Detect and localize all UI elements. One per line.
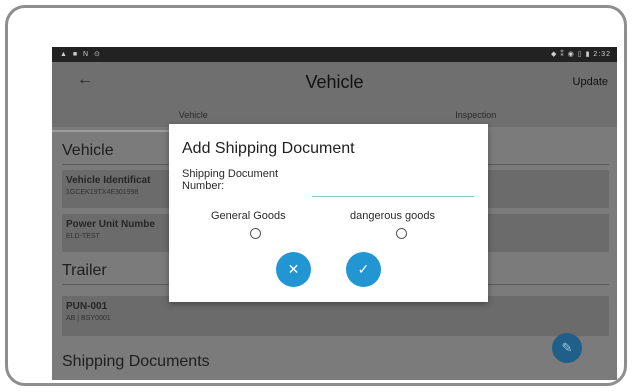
section-vehicle-header: Vehicle — [62, 142, 114, 159]
power-unit-title: Power Unit Numbe — [66, 219, 155, 230]
trailer-value: AB | BSY0001 — [66, 315, 111, 322]
status-right-icons: ◆ ⁑ ◉ ▯ ▮ 2:32 — [550, 51, 611, 58]
add-shipping-document-dialog: Add Shipping Document Shipping Document … — [169, 124, 488, 302]
trailer-title: PUN-001 — [66, 301, 108, 312]
status-left-icons: ▲ ■ N ⊙ — [60, 51, 102, 58]
vin-title: Vehicle Identificat — [66, 175, 151, 186]
status-bar: ▲ ■ N ⊙ ◆ ⁑ ◉ ▯ ▮ 2:32 — [52, 47, 617, 62]
section-shipping-header: Shipping Documents — [62, 353, 210, 370]
app-bar: ← Vehicle Update — [52, 62, 617, 107]
vin-value: 1GCEK19TX4E301998 — [66, 189, 139, 196]
edit-pencil-icon[interactable]: ✎ — [552, 333, 582, 363]
update-button[interactable]: Update — [573, 76, 608, 88]
section-trailer-header: Trailer — [62, 262, 107, 279]
confirm-button[interactable]: ✓ — [346, 252, 381, 287]
general-goods-radio[interactable] — [250, 228, 261, 239]
shipping-document-number-input[interactable] — [312, 182, 474, 197]
dialog-title: Add Shipping Document — [182, 140, 355, 157]
page-title: Vehicle — [305, 72, 364, 92]
general-goods-label: General Goods — [211, 210, 286, 222]
trailer-card[interactable]: PUN-001 AB | BSY0001 — [62, 296, 609, 336]
shipping-document-number-label: Shipping Document Number: — [182, 168, 279, 192]
dangerous-goods-radio[interactable] — [396, 228, 407, 239]
cancel-button[interactable]: ✕ — [276, 252, 311, 287]
dangerous-goods-label: dangerous goods — [350, 210, 436, 222]
power-unit-value: ELD-TEST — [66, 233, 100, 240]
